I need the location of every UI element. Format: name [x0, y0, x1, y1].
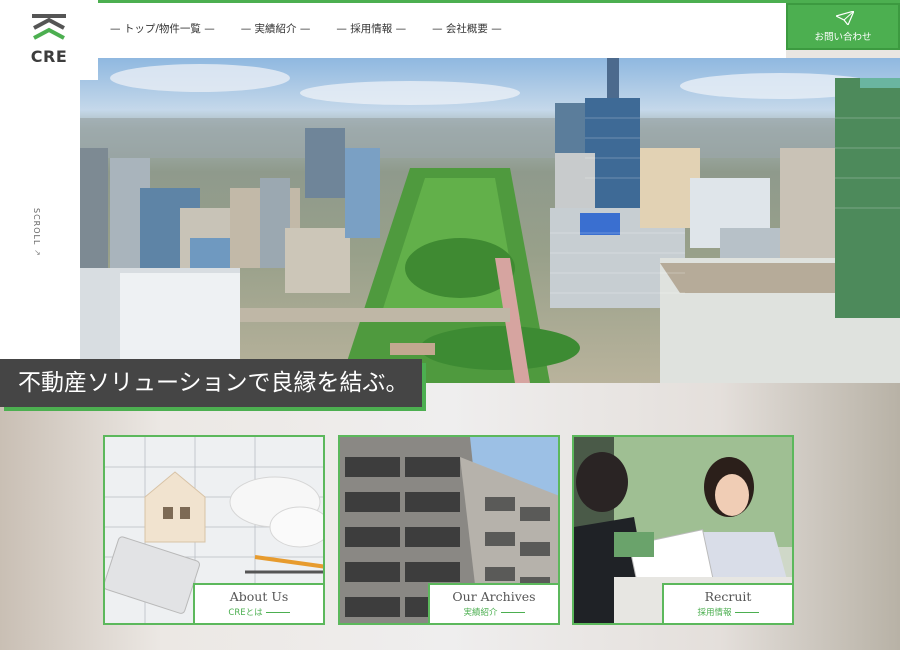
logo-text: CRE	[30, 47, 68, 66]
paper-plane-icon	[836, 11, 854, 25]
card-subtitle: CREとは	[195, 606, 323, 618]
card-our-archives[interactable]: Our Archives 実績紹介	[338, 435, 560, 625]
card-caption: About Us CREとは	[193, 583, 323, 623]
scroll-arrow-icon: ↘	[34, 248, 41, 257]
card-recruit[interactable]: Recruit 採用情報	[572, 435, 794, 625]
nav-item-company[interactable]: — 会社概要 —	[432, 21, 502, 36]
card-about-us[interactable]: About Us CREとは	[103, 435, 325, 625]
logo[interactable]: CRE	[0, 0, 98, 80]
card-title: About Us	[229, 589, 289, 604]
logo-chevron-icon	[32, 14, 66, 40]
card-subtitle: 採用情報	[664, 606, 792, 618]
city-skyline-illustration	[80, 58, 900, 383]
contact-button[interactable]: お問い合わせ	[786, 3, 900, 50]
contact-label: お問い合わせ	[814, 32, 872, 43]
scroll-indicator[interactable]: SCROLL	[32, 208, 41, 245]
nav-item-top[interactable]: — トップ/物件一覧 —	[110, 21, 215, 36]
card-caption: Recruit 採用情報	[662, 583, 792, 623]
nav-item-recruit[interactable]: — 採用情報 —	[336, 21, 406, 36]
card-caption: Our Archives 実績紹介	[428, 583, 558, 623]
hero-tagline: 不動産ソリューションで良縁を結ぶ。	[0, 359, 422, 407]
header: — トップ/物件一覧 — — 実績紹介 — — 採用情報 — — 会社概要 —	[98, 3, 786, 58]
hero-image	[80, 58, 900, 383]
card-title: Our Archives	[452, 589, 536, 604]
nav-item-archives[interactable]: — 実績紹介 —	[241, 21, 311, 36]
card-title: Recruit	[704, 589, 752, 604]
card-subtitle: 実績紹介	[430, 606, 558, 618]
global-nav: — トップ/物件一覧 — — 実績紹介 — — 採用情報 — — 会社概要 —	[110, 21, 528, 36]
